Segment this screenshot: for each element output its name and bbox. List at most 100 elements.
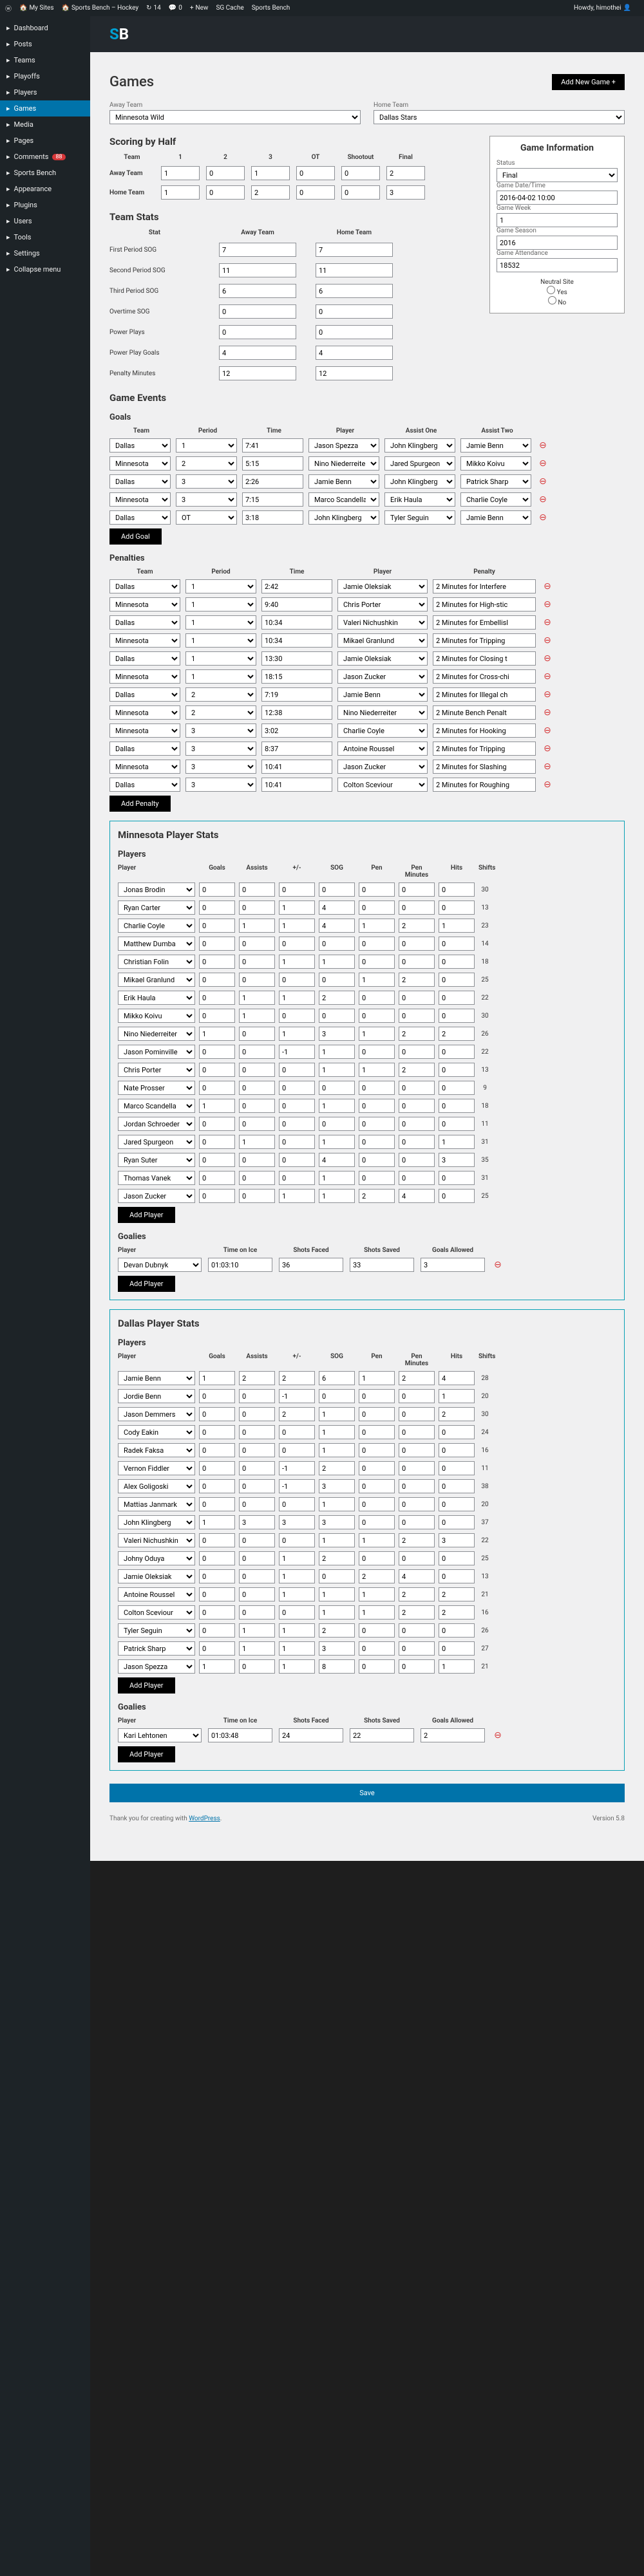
stat-input[interactable] bbox=[316, 284, 393, 298]
stat-input[interactable] bbox=[239, 1371, 275, 1385]
stat-input[interactable] bbox=[439, 1641, 475, 1656]
goal-a1[interactable]: Tyler Seguin bbox=[384, 510, 455, 525]
stat-input[interactable] bbox=[399, 1135, 435, 1149]
delete-icon[interactable]: ⊖ bbox=[536, 494, 549, 505]
delete-icon[interactable]: ⊖ bbox=[541, 725, 554, 736]
stat-input[interactable] bbox=[439, 937, 475, 951]
goal-period[interactable]: 1 bbox=[176, 438, 237, 453]
stat-input[interactable] bbox=[359, 1389, 395, 1403]
stat-input[interactable] bbox=[399, 1425, 435, 1439]
penalty-pen[interactable] bbox=[433, 705, 536, 720]
stat-input[interactable] bbox=[199, 1027, 235, 1041]
stat-input[interactable] bbox=[439, 1081, 475, 1095]
stat-input[interactable] bbox=[199, 1551, 235, 1565]
player-select[interactable]: Mattias Janmark bbox=[118, 1497, 195, 1511]
stat-input[interactable] bbox=[279, 1461, 315, 1475]
stat-input[interactable] bbox=[439, 1099, 475, 1113]
player-select[interactable]: Jason Demmers bbox=[118, 1407, 195, 1421]
wordpress-link[interactable]: WordPress bbox=[189, 1815, 220, 1822]
stat-input[interactable] bbox=[239, 1587, 275, 1601]
stat-input[interactable] bbox=[399, 882, 435, 897]
stat-input[interactable] bbox=[239, 1659, 275, 1674]
goalie-ga[interactable] bbox=[421, 1258, 485, 1272]
stat-input[interactable] bbox=[319, 1587, 355, 1601]
stat-input[interactable] bbox=[199, 1443, 235, 1457]
goal-time[interactable] bbox=[242, 474, 303, 489]
stat-input[interactable] bbox=[399, 1027, 435, 1041]
stat-input[interactable] bbox=[219, 263, 296, 277]
stat-input[interactable] bbox=[359, 937, 395, 951]
stat-input[interactable] bbox=[359, 1569, 395, 1583]
stat-input[interactable] bbox=[399, 1461, 435, 1475]
add-player-button[interactable]: Add Player bbox=[118, 1677, 175, 1694]
player-select[interactable]: Jason Pominville bbox=[118, 1045, 195, 1059]
goalie-select[interactable]: Devan Dubnyk bbox=[118, 1258, 202, 1272]
sidebar-item-posts[interactable]: ▸Posts bbox=[0, 36, 90, 52]
stat-input[interactable] bbox=[319, 1063, 355, 1077]
delete-icon[interactable]: ⊖ bbox=[541, 617, 554, 628]
stat-input[interactable] bbox=[439, 1605, 475, 1619]
penalty-period[interactable]: 1 bbox=[185, 669, 256, 684]
stat-input[interactable] bbox=[316, 304, 393, 319]
stat-input[interactable] bbox=[199, 1533, 235, 1547]
delete-icon[interactable]: ⊖ bbox=[491, 1730, 504, 1741]
add-penalty-button[interactable]: Add Penalty bbox=[109, 796, 171, 812]
my-sites[interactable]: 🏠 My Sites bbox=[19, 5, 54, 12]
sidebar-item-playoffs[interactable]: ▸Playoffs bbox=[0, 68, 90, 84]
stat-input[interactable] bbox=[319, 1027, 355, 1041]
stat-input[interactable] bbox=[316, 243, 393, 257]
penalty-team[interactable]: Minnesota bbox=[109, 723, 180, 738]
delete-icon[interactable]: ⊖ bbox=[541, 671, 554, 682]
penalty-time[interactable] bbox=[261, 778, 332, 792]
penalty-pen[interactable] bbox=[433, 723, 536, 738]
stat-input[interactable] bbox=[199, 1641, 235, 1656]
penalty-pen[interactable] bbox=[433, 760, 536, 774]
attendance-input[interactable] bbox=[497, 258, 618, 272]
site-name[interactable]: 🏠 Sports Bench – Hockey bbox=[62, 5, 139, 12]
stat-input[interactable] bbox=[439, 1533, 475, 1547]
goal-a2[interactable]: Patrick Sharp bbox=[460, 474, 531, 489]
stat-input[interactable] bbox=[279, 1569, 315, 1583]
home-team-select[interactable]: Dallas Stars bbox=[374, 110, 625, 124]
stat-input[interactable] bbox=[239, 1135, 275, 1149]
delete-icon[interactable]: ⊖ bbox=[536, 476, 549, 487]
player-select[interactable]: Antoine Roussel bbox=[118, 1587, 195, 1601]
user-greeting[interactable]: Howdy, himothei 👤 bbox=[574, 5, 631, 12]
save-button[interactable]: Save bbox=[109, 1784, 625, 1802]
goal-team[interactable]: Minnesota bbox=[109, 456, 171, 471]
stat-input[interactable] bbox=[399, 955, 435, 969]
goal-team[interactable]: Dallas bbox=[109, 438, 171, 453]
stat-input[interactable] bbox=[199, 1659, 235, 1674]
sidebar-item-comments[interactable]: ▸Comments88 bbox=[0, 149, 90, 165]
player-select[interactable]: Valeri Nichushkin bbox=[118, 1533, 195, 1547]
stat-input[interactable] bbox=[239, 1425, 275, 1439]
delete-icon[interactable]: ⊖ bbox=[536, 458, 549, 469]
stat-input[interactable] bbox=[319, 1371, 355, 1385]
stat-input[interactable] bbox=[399, 1659, 435, 1674]
stat-input[interactable] bbox=[439, 1045, 475, 1059]
stat-input[interactable] bbox=[239, 1479, 275, 1493]
player-select[interactable]: Jamie Oleksiak bbox=[118, 1569, 195, 1583]
goal-player[interactable]: Marco Scandella bbox=[308, 492, 379, 507]
stat-input[interactable] bbox=[439, 1569, 475, 1583]
away-team-select[interactable]: Minnesota Wild bbox=[109, 110, 361, 124]
player-select[interactable]: Cody Eakin bbox=[118, 1425, 195, 1439]
penalty-time[interactable] bbox=[261, 760, 332, 774]
goal-a1[interactable]: John Klingberg bbox=[384, 438, 455, 453]
penalty-team[interactable]: Minnesota bbox=[109, 597, 180, 611]
stat-input[interactable] bbox=[439, 973, 475, 987]
sidebar-item-collapse-menu[interactable]: ▸Collapse menu bbox=[0, 261, 90, 277]
goal-time[interactable] bbox=[242, 438, 303, 453]
penalty-period[interactable]: 3 bbox=[185, 742, 256, 756]
penalty-period[interactable]: 1 bbox=[185, 651, 256, 666]
stat-input[interactable] bbox=[359, 1641, 395, 1656]
stat-input[interactable] bbox=[279, 1407, 315, 1421]
stat-input[interactable] bbox=[239, 973, 275, 987]
stat-input[interactable] bbox=[239, 1189, 275, 1203]
stat-input[interactable] bbox=[319, 882, 355, 897]
stat-input[interactable] bbox=[359, 1081, 395, 1095]
home-score-q3[interactable] bbox=[296, 185, 335, 200]
away-score-q1[interactable] bbox=[206, 166, 245, 180]
penalty-player[interactable]: Nino Niederreiter bbox=[337, 705, 428, 720]
penalty-time[interactable] bbox=[261, 705, 332, 720]
